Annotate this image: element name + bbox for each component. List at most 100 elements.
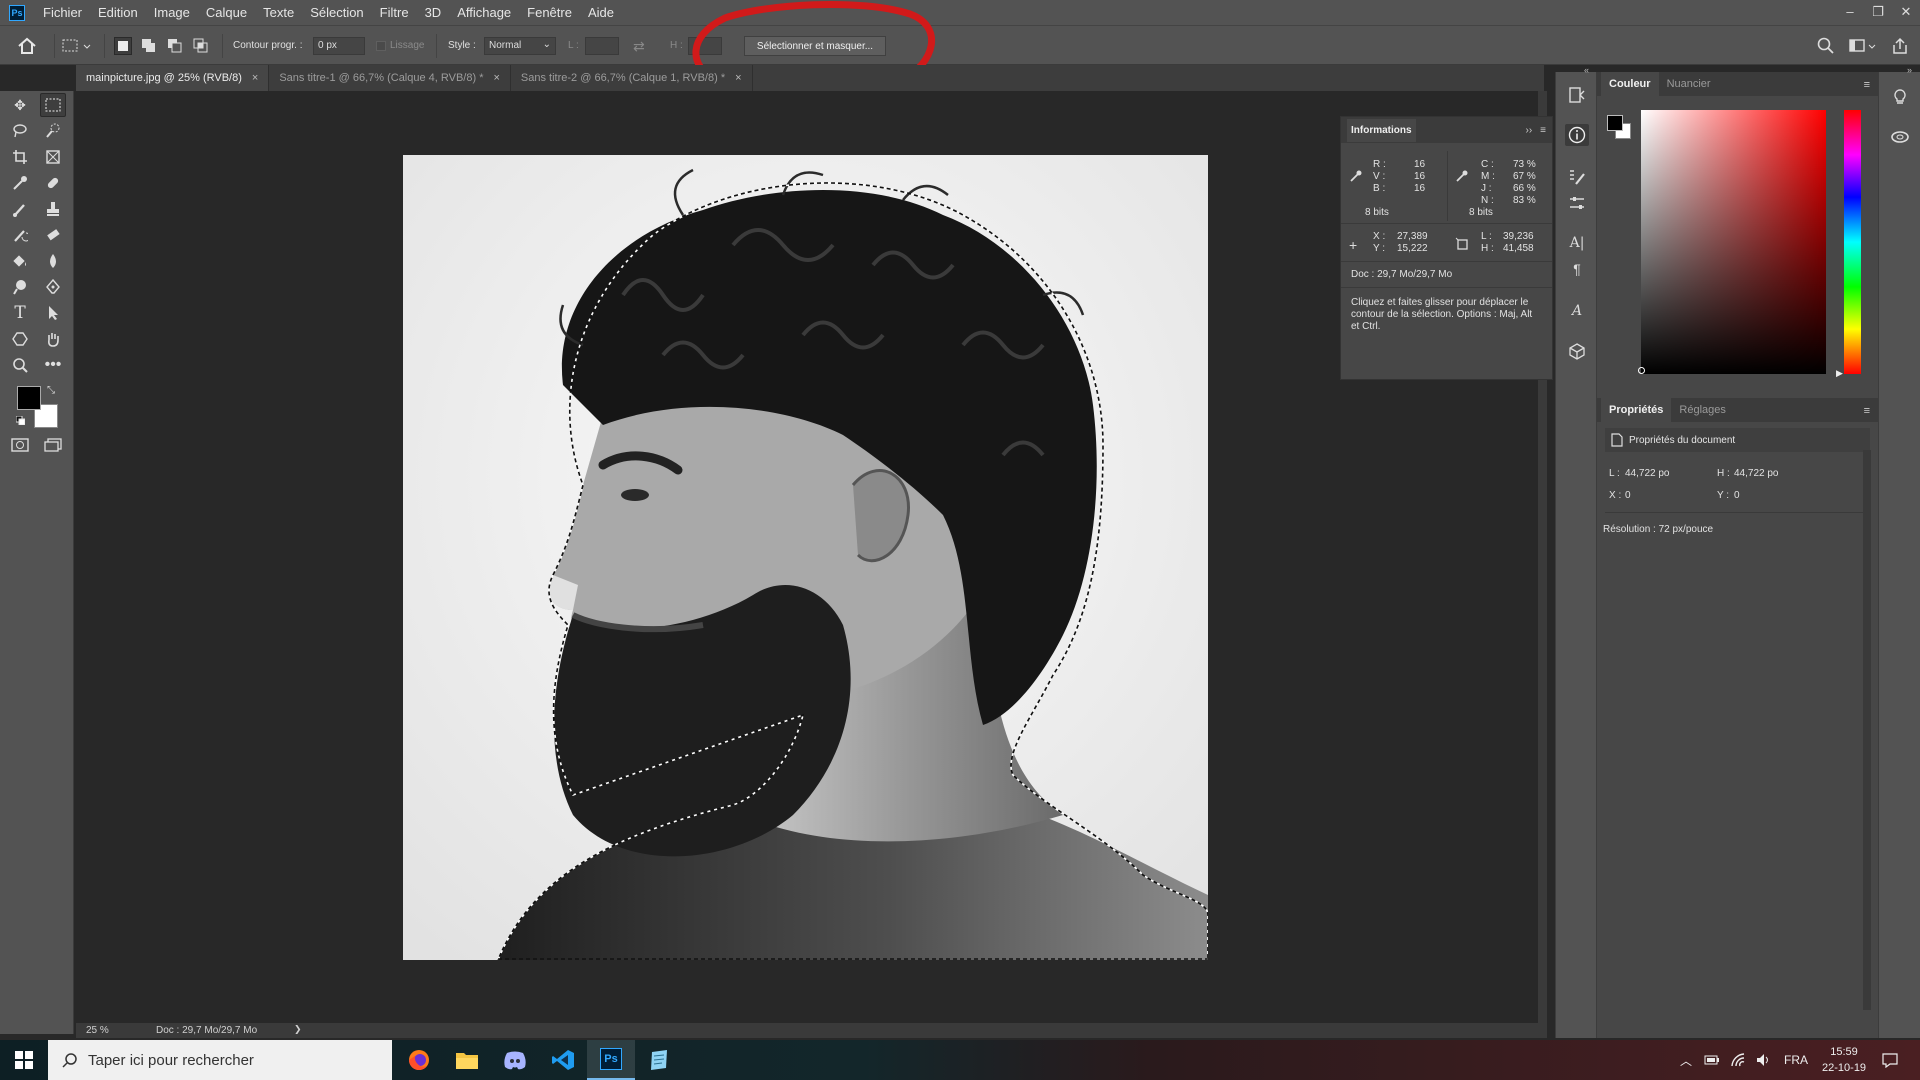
feather-input[interactable]: 0 px	[313, 37, 365, 55]
width-input[interactable]	[585, 37, 619, 55]
quick-select-tool-icon[interactable]	[40, 119, 66, 143]
close-tab-icon[interactable]: ×	[735, 72, 741, 84]
quick-mask-icon[interactable]	[7, 433, 33, 457]
screen-mode-icon[interactable]	[40, 433, 66, 457]
document-canvas[interactable]	[403, 155, 1208, 960]
restore-button[interactable]: ❐	[1864, 0, 1892, 25]
menu-edition[interactable]: Edition	[90, 0, 146, 25]
taskbar-search-box[interactable]: Taper ici pour rechercher	[48, 1040, 392, 1080]
photoshop-taskbar-icon[interactable]: Ps	[587, 1040, 635, 1080]
pen-tool-icon[interactable]	[40, 275, 66, 299]
collapse-icon[interactable]: «	[1584, 65, 1589, 75]
panel-menu-icon[interactable]: ≡	[1864, 79, 1870, 91]
rect-marquee-tool-icon[interactable]	[40, 93, 66, 117]
brush-tool-icon[interactable]	[7, 197, 33, 221]
panel-menu-icon[interactable]: ≡	[1540, 125, 1546, 136]
glyphs-panel-icon[interactable]: A	[1565, 300, 1589, 322]
close-window-button[interactable]: ✕	[1892, 0, 1920, 25]
tray-expand-icon[interactable]: ︿	[1680, 1052, 1692, 1069]
paragraph-panel-icon[interactable]: ¶	[1565, 258, 1589, 280]
photoshop-logo[interactable]: Ps	[9, 4, 25, 21]
minimize-button[interactable]: –	[1836, 0, 1864, 25]
props-w-value[interactable]: 44,722 po	[1625, 468, 1670, 479]
brush-presets-icon[interactable]	[1565, 166, 1589, 188]
eraser-tool-icon[interactable]	[40, 223, 66, 247]
tab-sans-titre-1[interactable]: Sans titre-1 @ 66,7% (Calque 4, RVB/8) *…	[269, 65, 511, 91]
status-expand-icon[interactable]: ❯	[294, 1024, 302, 1035]
color-picker-handle[interactable]	[1638, 367, 1645, 374]
share-icon[interactable]	[1890, 36, 1910, 56]
color-field[interactable]	[1641, 110, 1826, 374]
props-scrollbar[interactable]	[1863, 450, 1871, 1010]
volume-icon[interactable]	[1756, 1053, 1772, 1067]
doc-size-status[interactable]: Doc : 29,7 Mo/29,7 Mo	[156, 1025, 257, 1036]
tab-mainpicture[interactable]: mainpicture.jpg @ 25% (RVB/8) ×	[76, 65, 270, 91]
props-x-value[interactable]: 0	[1625, 490, 1631, 501]
zoom-tool-icon[interactable]	[7, 353, 33, 377]
menu-texte[interactable]: Texte	[255, 0, 302, 25]
hand-tool-icon[interactable]	[40, 327, 66, 351]
healing-brush-tool-icon[interactable]	[40, 171, 66, 195]
collapse-icon[interactable]: »	[1907, 65, 1912, 75]
marquee-tool-preset-icon[interactable]	[62, 37, 92, 55]
character-panel-icon[interactable]: A|	[1565, 232, 1589, 254]
notepad-icon[interactable]	[635, 1040, 683, 1080]
tab-reglages[interactable]: Réglages	[1671, 398, 1733, 422]
shape-tool-icon[interactable]	[7, 327, 33, 351]
path-selection-tool-icon[interactable]	[40, 301, 66, 325]
new-selection-icon[interactable]	[114, 37, 132, 55]
eyedropper-tool-icon[interactable]	[7, 171, 33, 195]
props-h-value[interactable]: 44,722 po	[1734, 468, 1779, 479]
menu-fichier[interactable]: Fichier	[35, 0, 90, 25]
swap-dimensions-icon[interactable]: ⇄	[633, 38, 651, 54]
add-selection-icon[interactable]	[140, 37, 158, 55]
menu-aide[interactable]: Aide	[580, 0, 622, 25]
close-tab-icon[interactable]: ×	[252, 72, 258, 84]
notifications-icon[interactable]	[1882, 1052, 1898, 1068]
style-select[interactable]: Normal ⌄	[484, 37, 556, 55]
menu-selection[interactable]: Sélection	[302, 0, 371, 25]
hue-slider-handle[interactable]: ▶	[1836, 368, 1843, 379]
tab-proprietes[interactable]: Propriétés	[1601, 398, 1672, 422]
search-icon[interactable]	[1816, 36, 1836, 56]
clone-stamp-tool-icon[interactable]	[40, 197, 66, 221]
menu-filtre[interactable]: Filtre	[372, 0, 417, 25]
menu-calque[interactable]: Calque	[198, 0, 255, 25]
battery-icon[interactable]	[1704, 1055, 1720, 1065]
tab-nuancier[interactable]: Nuancier	[1659, 72, 1719, 96]
paint-bucket-tool-icon[interactable]	[7, 249, 33, 273]
lasso-tool-icon[interactable]	[7, 119, 33, 143]
close-tab-icon[interactable]: ×	[493, 72, 499, 84]
color-fg-swatch[interactable]	[1607, 115, 1623, 131]
info-panel-tab[interactable]: Informations	[1347, 118, 1416, 142]
expand-icon[interactable]: ››	[1525, 125, 1532, 136]
home-icon[interactable]	[16, 35, 38, 57]
foreground-color-swatch[interactable]	[17, 386, 41, 410]
hue-slider[interactable]	[1844, 110, 1861, 374]
history-brush-tool-icon[interactable]	[7, 223, 33, 247]
eyedropper-cmyk-icon[interactable]	[1455, 169, 1469, 183]
menu-3d[interactable]: 3D	[417, 0, 450, 25]
frame-tool-icon[interactable]	[40, 145, 66, 169]
crop-tool-icon[interactable]	[7, 145, 33, 169]
dodge-tool-icon[interactable]	[7, 275, 33, 299]
clock[interactable]: 15:59 22-10-19	[1822, 1044, 1866, 1076]
intersect-selection-icon[interactable]	[192, 37, 210, 55]
learn-icon[interactable]	[1888, 86, 1912, 108]
discord-icon[interactable]	[491, 1040, 539, 1080]
more-tools-icon[interactable]: •••	[40, 353, 66, 377]
menu-fenetre[interactable]: Fenêtre	[519, 0, 580, 25]
3d-panel-icon[interactable]	[1565, 340, 1589, 362]
text-tool-icon[interactable]: T	[7, 301, 33, 325]
menu-affichage[interactable]: Affichage	[449, 0, 519, 25]
file-explorer-icon[interactable]	[443, 1040, 491, 1080]
language-indicator[interactable]: FRA	[1784, 1053, 1808, 1067]
props-y-value[interactable]: 0	[1734, 490, 1740, 501]
move-tool-icon[interactable]: ✥	[7, 93, 33, 117]
anti-alias-checkbox[interactable]	[376, 41, 386, 51]
tab-couleur[interactable]: Couleur	[1601, 72, 1659, 96]
vscode-icon[interactable]	[539, 1040, 587, 1080]
eyedropper-rgb-icon[interactable]	[1349, 169, 1363, 183]
zoom-level[interactable]: 25 %	[86, 1025, 109, 1036]
default-colors-icon[interactable]	[16, 416, 25, 425]
